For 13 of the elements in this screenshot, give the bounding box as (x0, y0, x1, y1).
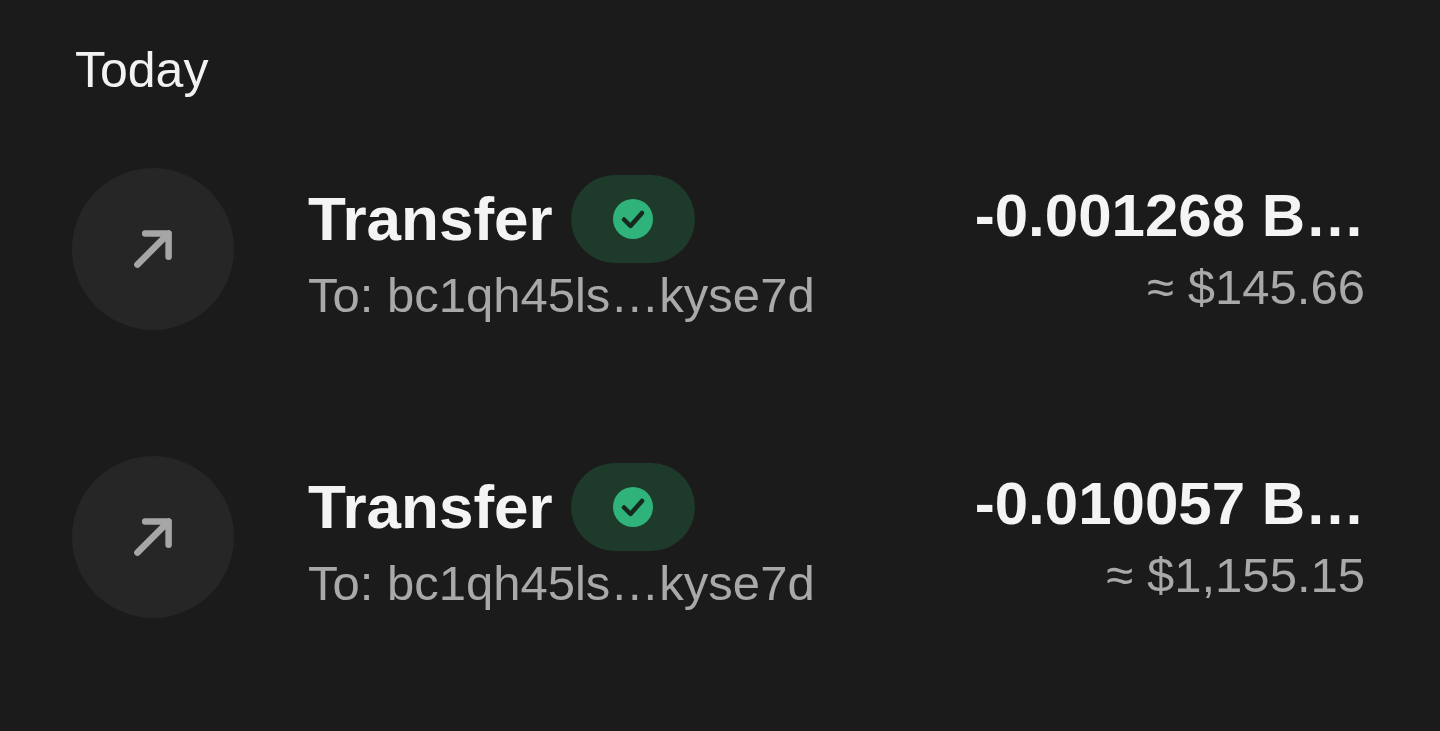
section-title: Today (75, 41, 210, 100)
fiat-amount: ≈ $145.66 (1147, 258, 1365, 316)
crypto-amount: -0.001268 B… (974, 182, 1365, 249)
transaction-title: Transfer (308, 184, 553, 253)
check-icon (611, 485, 654, 528)
crypto-amount: -0.010057 B… (974, 470, 1365, 537)
recipient-address: To: bc1qh45ls…kyse7d (308, 266, 816, 324)
transaction-title: Transfer (308, 472, 553, 541)
fiat-amount: ≈ $1,155.15 (1106, 546, 1365, 604)
check-icon (611, 197, 654, 240)
transaction-row[interactable]: Transfer To: bc1qh45ls…kyse7d -0.001268 B… ≈ $145.66 (72, 168, 1365, 330)
transaction-row[interactable]: Transfer To: bc1qh45ls…kyse7d -0.010057 B… ≈ $1,155.15 (72, 456, 1365, 618)
recipient-address: To: bc1qh45ls…kyse7d (308, 554, 816, 612)
